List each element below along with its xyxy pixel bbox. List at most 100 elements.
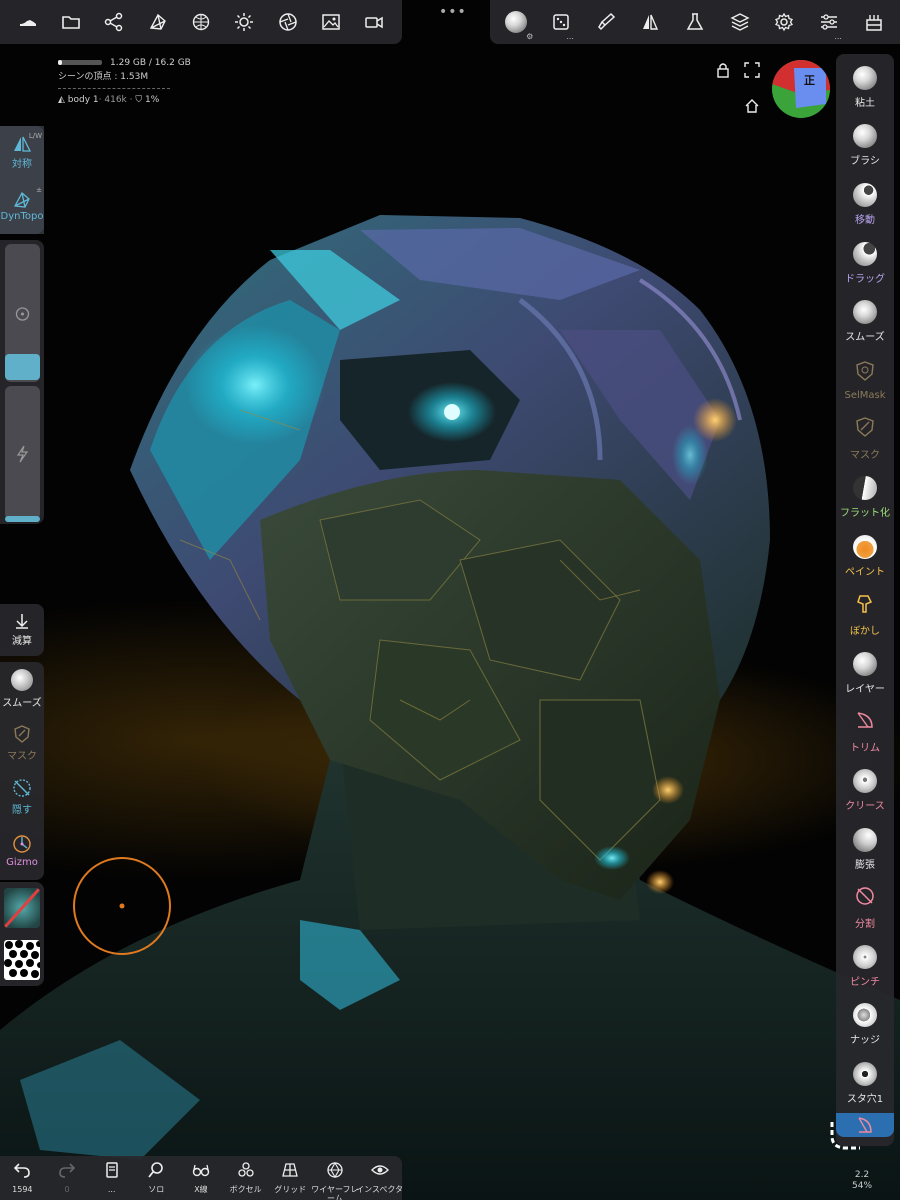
glasses-icon	[192, 1161, 210, 1183]
tool-button[interactable]: ドラッグ	[836, 234, 894, 293]
left-material-panel	[0, 882, 44, 986]
symmetry-button[interactable]: L/W 対称	[0, 126, 44, 180]
tool-button[interactable]: 移動	[836, 175, 894, 234]
tool-button[interactable]: フラット化	[836, 468, 894, 527]
video-camera-icon[interactable]	[359, 7, 389, 37]
tool-button[interactable]: ピンチ	[836, 937, 894, 996]
topology-icon[interactable]	[859, 7, 889, 37]
tool-icon	[853, 827, 877, 852]
left-smooth-button[interactable]: スムーズ	[0, 662, 44, 716]
glasses-button[interactable]: X線	[179, 1161, 223, 1194]
tool-icon	[854, 592, 876, 618]
tool-button[interactable]: ナッジ	[836, 996, 894, 1055]
smooth-ball-icon	[11, 669, 33, 691]
corner-resize-icon[interactable]	[824, 1118, 864, 1154]
search-button[interactable]: ソロ	[134, 1161, 178, 1194]
symmetry-triangle-icon[interactable]	[635, 7, 665, 37]
bottom-label: 0	[64, 1185, 70, 1194]
orientation-cube[interactable]: 正	[772, 60, 830, 118]
radius-icon	[15, 307, 30, 321]
left-hide-button[interactable]: 隠す	[0, 770, 44, 824]
left-mask-button[interactable]: マスク	[0, 716, 44, 770]
right-tools-panel: 粘土ブラシ移動ドラッグスムーズ SelMask マスクフラット化 ペイントぼかしレイヤ…	[836, 54, 894, 1146]
tool-icon	[854, 709, 876, 735]
drag-handle[interactable]: •••	[439, 4, 467, 20]
tool-button[interactable]: ペイント	[836, 527, 894, 586]
left-tools-panel: スムーズ マスク 隠す Gizmo	[0, 662, 44, 880]
grid-button[interactable]: グリッド	[268, 1161, 312, 1194]
dyntopo-button[interactable]: ± DynTopo	[0, 180, 44, 234]
redo-button[interactable]: 0	[45, 1161, 89, 1194]
bottom-label: 1594	[12, 1185, 33, 1194]
tool-icon	[853, 241, 877, 266]
tool-button[interactable]: 粘土	[836, 58, 894, 117]
paint-brush-icon[interactable]	[591, 7, 621, 37]
tool-label: スタ穴1	[846, 1093, 884, 1105]
eye-button[interactable]: インスペクタ	[356, 1161, 404, 1194]
undo-button[interactable]: 1594	[0, 1161, 44, 1194]
left-gizmo-button[interactable]: Gizmo	[0, 824, 44, 878]
tool-label: マスク	[850, 450, 880, 462]
aperture-icon[interactable]	[273, 7, 303, 37]
scene-vertices: シーンの頂点 : 1.53M	[58, 72, 149, 82]
tool-label: 移動	[855, 214, 875, 226]
tool-button[interactable]: SelMask	[836, 351, 894, 410]
alpha-texture-thumbnail[interactable]	[4, 940, 40, 980]
dice-icon[interactable]: ...	[546, 7, 576, 41]
matcap-thumbnail[interactable]	[4, 888, 40, 928]
tool-button[interactable]: トリム	[836, 703, 894, 762]
tool-button[interactable]: 分割	[836, 878, 894, 937]
tool-button[interactable]: スタ穴1	[836, 1054, 894, 1113]
sliders-icon[interactable]: ...	[814, 7, 844, 41]
tool-button[interactable]: ぼかし	[836, 585, 894, 644]
eye-icon	[370, 1161, 389, 1183]
tool-label: 分割	[855, 919, 875, 931]
tool-label: ナッジ	[850, 1035, 880, 1047]
intensity-slider[interactable]	[5, 386, 40, 520]
shield-icon: ⛉	[135, 95, 145, 105]
tool-icon	[853, 124, 877, 149]
layers-icon[interactable]	[725, 7, 755, 37]
scene-graph-icon[interactable]	[99, 7, 129, 37]
material-sphere-icon[interactable]: ⚙	[501, 7, 533, 41]
tool-label: スムーズ	[845, 332, 885, 344]
wireframe-button[interactable]: ワイヤーフレーム	[311, 1161, 359, 1200]
tool-button[interactable]: クリース	[836, 761, 894, 820]
bottom-label: グリッド	[274, 1185, 307, 1194]
mesh-icon[interactable]	[143, 7, 173, 37]
hide-icon	[13, 779, 31, 797]
gizmo-icon	[13, 835, 31, 853]
voxel-button[interactable]: ボクセル	[224, 1161, 268, 1194]
home-icon[interactable]	[744, 98, 760, 118]
tool-icon	[854, 360, 876, 386]
tool-icon	[853, 534, 877, 559]
sphere-grid-icon[interactable]	[186, 7, 216, 37]
radius-slider-fill	[5, 354, 40, 380]
sculpt-viewport[interactable]	[0, 0, 900, 1200]
sun-icon[interactable]	[229, 7, 259, 37]
tool-button[interactable]: ブラシ	[836, 117, 894, 176]
lock-icon[interactable]	[716, 62, 730, 82]
zoom-readout: 2.2 54%	[852, 1170, 873, 1191]
mask-icon	[14, 725, 30, 743]
bottom-label: インスペクタ	[356, 1185, 404, 1194]
tool-button[interactable]: レイヤー	[836, 644, 894, 703]
decimate-button[interactable]: 減算	[0, 604, 44, 656]
tool-button[interactable]: マスク	[836, 410, 894, 469]
left-top-panel: L/W 対称 ± DynTopo	[0, 126, 44, 234]
memory-bar	[58, 60, 102, 65]
gear-icon[interactable]	[769, 7, 799, 37]
tool-label: 膨張	[855, 859, 875, 871]
bottom-label: X線	[194, 1185, 208, 1194]
fullscreen-icon[interactable]	[744, 62, 760, 82]
flask-icon[interactable]	[680, 7, 710, 37]
tool-button[interactable]: スムーズ	[836, 292, 894, 351]
folder-icon[interactable]	[56, 7, 86, 37]
tool-label: ぼかし	[850, 626, 880, 638]
tool-label: ドラッグ	[845, 273, 885, 285]
tool-button[interactable]: 膨張	[836, 820, 894, 879]
tool-label: ブラシ	[850, 156, 880, 168]
shoe-logo-icon[interactable]	[13, 7, 43, 37]
image-icon[interactable]	[316, 7, 346, 37]
book-button[interactable]: ...	[90, 1161, 134, 1194]
